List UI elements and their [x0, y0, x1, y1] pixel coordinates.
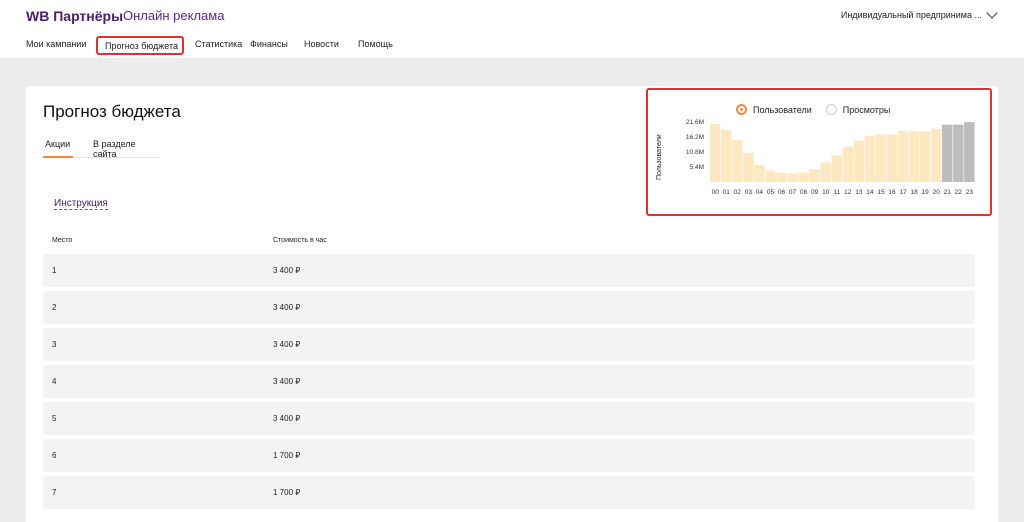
account-menu[interactable]: Индивидуальный предпринима ... [840, 7, 998, 20]
chart-bar[interactable] [853, 140, 865, 182]
chart-bar[interactable] [721, 129, 732, 182]
chart-bar[interactable] [931, 128, 942, 182]
top-bar: WB Партнёры Онлайн реклама Индивидуальны… [0, 0, 1024, 58]
x-tick-label: 09 [811, 189, 819, 196]
page-title: Прогноз бюджета [43, 102, 181, 121]
place-cell: 4 [52, 377, 57, 386]
chart-bar[interactable] [776, 172, 787, 182]
product-name[interactable]: Онлайн реклама [123, 8, 224, 23]
chevron-down-icon[interactable] [986, 7, 998, 19]
x-tick-label: 19 [922, 189, 930, 196]
x-tick-label: 15 [877, 189, 885, 196]
place-cell: 1 [52, 266, 57, 275]
chart-bar[interactable] [798, 172, 809, 182]
cost-cell: 3 400 ₽ [273, 266, 301, 275]
x-tick-label: 13 [855, 189, 863, 196]
chart-bar[interactable] [787, 173, 798, 182]
table-row: 2 3 400 ₽ [43, 291, 975, 324]
x-tick-label: 06 [778, 189, 786, 196]
audience-chart-panel: Пользователи Просмотры Пользователи 21.6… [646, 88, 992, 216]
cost-cell: 3 400 ₽ [273, 377, 301, 386]
tab-site-section[interactable]: В разделе сайта [93, 139, 159, 159]
place-cell: 2 [52, 303, 57, 312]
chart-bar[interactable] [754, 165, 765, 182]
x-tick-label: 05 [767, 189, 775, 196]
cost-cell: 1 700 ₽ [273, 488, 301, 497]
table-row: 1 3 400 ₽ [43, 254, 975, 287]
chart-bar[interactable] [908, 131, 920, 182]
place-cell: 3 [52, 340, 57, 349]
nav-budget-forecast[interactable]: Прогноз бюджета [96, 36, 184, 55]
price-table: 1 3 400 ₽ 2 3 400 ₽ 3 3 400 ₽ 4 3 400 ₽ 5 3 400 ₽… [43, 254, 975, 513]
chart-bar[interactable] [765, 170, 776, 182]
x-tick-label: 11 [833, 189, 840, 196]
nav-finance[interactable]: Финансы [248, 36, 304, 55]
x-tick-label: 10 [822, 189, 830, 196]
x-tick-label: 07 [789, 189, 797, 196]
table-row: 6 1 700 ₽ [43, 439, 975, 472]
chart-bar[interactable] [897, 130, 909, 182]
table-row: 5 3 400 ₽ [43, 402, 975, 435]
chart-bar[interactable] [743, 152, 754, 182]
x-tick-label: 01 [723, 189, 731, 196]
column-header-place: Место [52, 237, 73, 244]
audience-bar-chart: 21.6M16.2M10.8M5.4M00 01 02 03 04 05 06 07 08 09 1… [686, 119, 975, 196]
table-row: 4 3 400 ₽ [43, 365, 975, 398]
table-row: 7 1 700 ₽ [43, 476, 975, 509]
x-tick-label: 16 [888, 189, 896, 196]
chart-bar[interactable] [942, 124, 953, 182]
chart-bar[interactable] [964, 122, 975, 182]
cost-cell: 3 400 ₽ [273, 414, 301, 423]
cost-cell: 3 400 ₽ [273, 340, 301, 349]
chart-bar[interactable] [919, 131, 931, 182]
chart-bar[interactable] [820, 162, 831, 182]
active-tab-indicator [43, 156, 73, 158]
y-tick-label: 21.6M [686, 119, 704, 126]
place-cell: 7 [52, 488, 57, 497]
x-tick-label: 00 [712, 189, 720, 196]
x-tick-label: 08 [800, 189, 808, 196]
x-tick-label: 02 [734, 189, 742, 196]
cost-cell: 3 400 ₽ [273, 303, 301, 312]
account-name: Индивидуальный предпринима ... [840, 10, 982, 20]
cost-cell: 1 700 ₽ [273, 451, 301, 460]
chart-bar[interactable] [886, 134, 898, 182]
place-cell: 6 [52, 451, 57, 460]
nav-my-campaigns[interactable]: Мои кампании [26, 36, 96, 55]
chart-bar[interactable] [831, 155, 842, 182]
place-cell: 5 [52, 414, 57, 423]
x-tick-label: 22 [955, 189, 963, 196]
y-tick-label: 5.4M [690, 164, 704, 171]
y-tick-label: 10.8M [686, 149, 704, 156]
x-tick-label: 20 [933, 189, 941, 196]
brand-logo[interactable]: WB Партнёры [26, 8, 123, 24]
chart-bar[interactable] [710, 124, 721, 182]
column-header-cost: Стоимость в час [273, 237, 327, 244]
chart-bar[interactable] [864, 135, 876, 182]
x-tick-label: 23 [966, 189, 974, 196]
x-tick-label: 03 [745, 189, 753, 196]
nav-statistics[interactable]: Статистика [184, 36, 248, 55]
y-tick-label: 16.2M [686, 134, 704, 141]
tab-promotions[interactable]: Акции [45, 139, 70, 149]
chart-bar[interactable] [953, 124, 964, 182]
table-row: 3 3 400 ₽ [43, 328, 975, 361]
nav-news[interactable]: Новости [304, 36, 356, 55]
instruction-link[interactable]: Инструкция [54, 198, 108, 210]
tab-bar: Акции В разделе сайта [43, 139, 159, 159]
chart-bar[interactable] [875, 134, 887, 182]
chart-bar[interactable] [809, 169, 820, 182]
x-tick-label: 21 [944, 189, 952, 196]
chart-bar[interactable] [842, 146, 853, 182]
chart-bar[interactable] [732, 140, 743, 182]
x-tick-label: 18 [910, 189, 918, 196]
x-tick-label: 17 [899, 189, 907, 196]
x-tick-label: 14 [866, 189, 874, 196]
x-tick-label: 04 [756, 189, 764, 196]
nav-help[interactable]: Помощь [356, 36, 416, 55]
x-tick-label: 12 [844, 189, 852, 196]
main-nav: Мои кампании Прогноз бюджета Статистика … [26, 36, 416, 55]
